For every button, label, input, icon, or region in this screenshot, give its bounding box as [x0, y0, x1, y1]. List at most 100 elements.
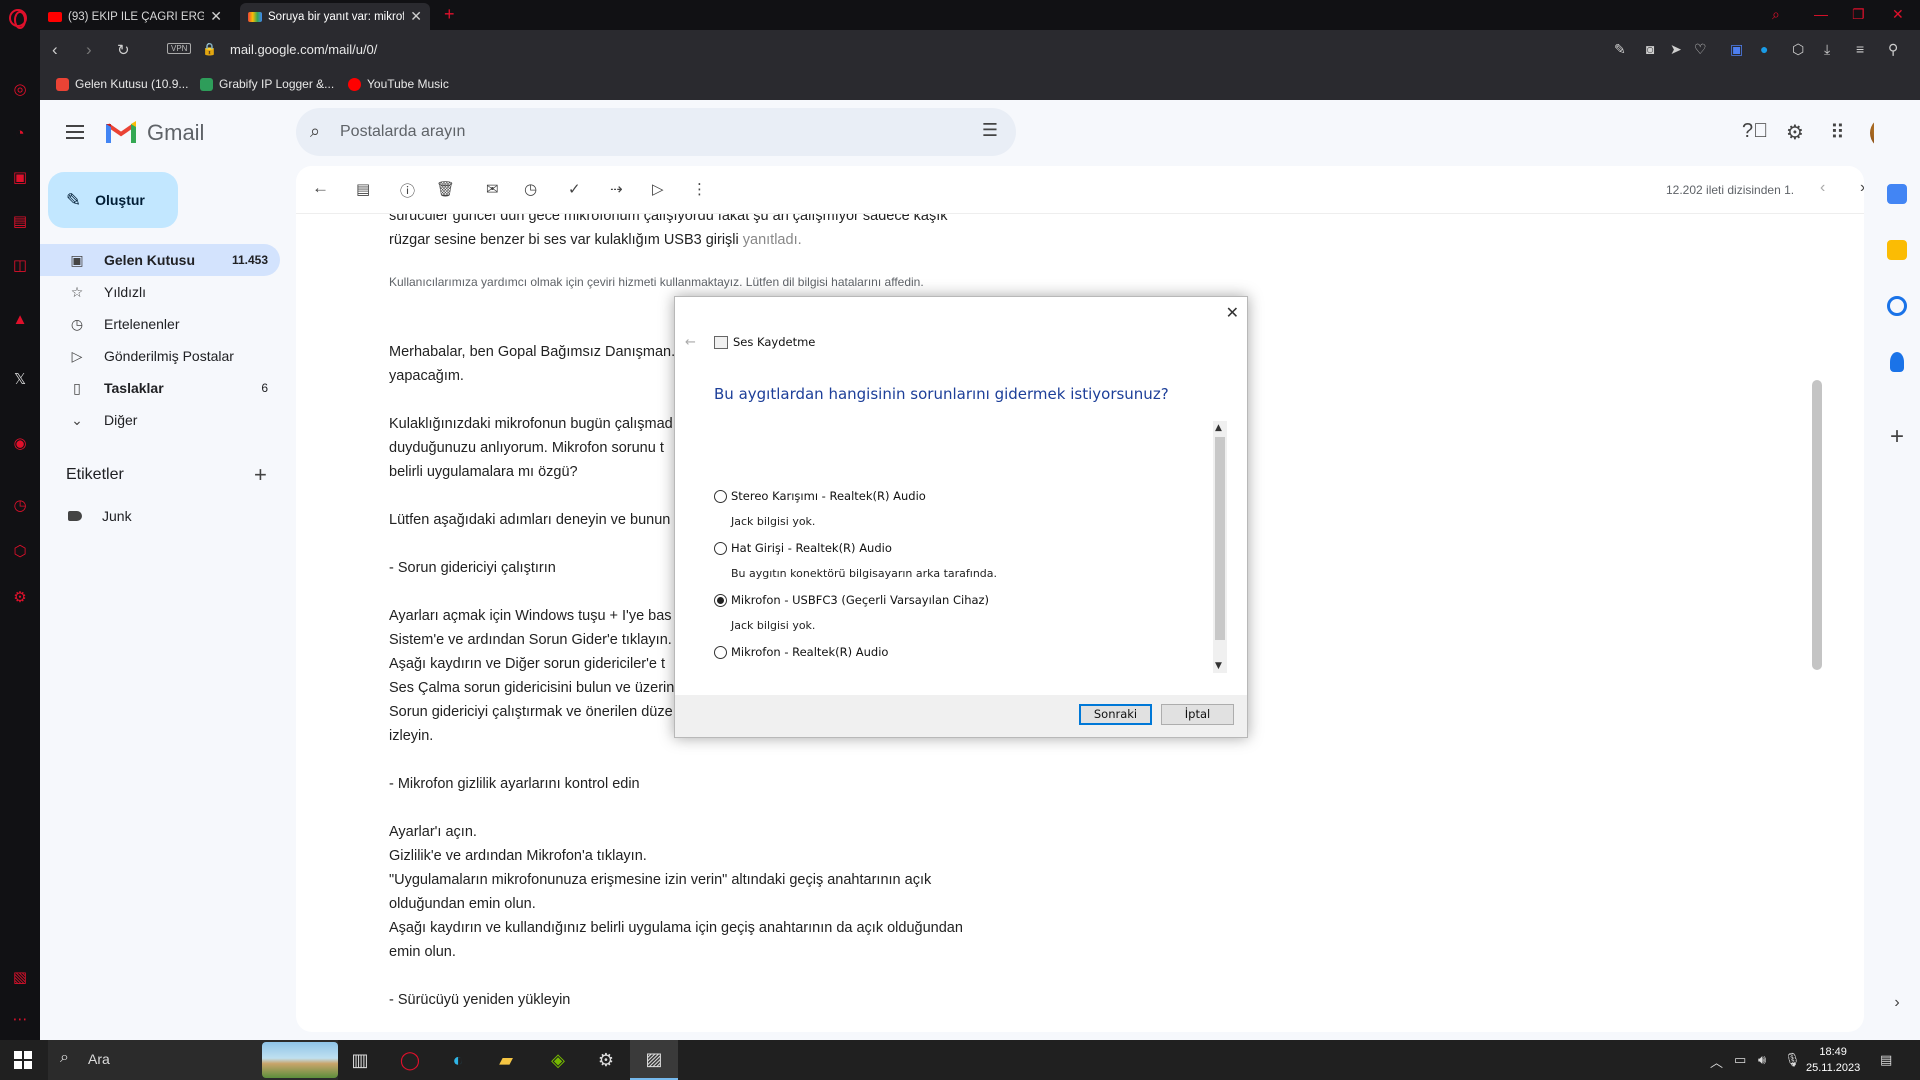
microphone-icon[interactable]: 🎙︎ [1784, 1052, 1801, 1068]
close-window-button[interactable]: ✕ [1892, 6, 1904, 23]
snooze-icon[interactable]: ◷ [524, 180, 537, 198]
settings-icon[interactable]: ⚙ [10, 588, 30, 608]
next-button[interactable]: Sonraki [1079, 704, 1152, 725]
bag-icon[interactable]: ▣ [10, 168, 30, 188]
add-task-icon[interactable]: ✓ [568, 180, 581, 198]
device-option-stereo-mix[interactable]: Stereo Karışımı - Realtek(R) Audio [714, 489, 926, 503]
radio-button[interactable] [714, 541, 727, 555]
add-label-button[interactable]: + [254, 462, 267, 488]
dialog-close-icon[interactable]: ✕ [1226, 303, 1239, 322]
cube-icon[interactable]: ⬡ [10, 542, 30, 562]
help-icon[interactable]: ?⃝ [1742, 120, 1768, 143]
edge-icon[interactable]: ◐ [434, 1040, 482, 1080]
new-tab-button[interactable]: + [444, 4, 455, 25]
bookmark-grabify[interactable]: Grabify IP Logger &... [200, 77, 334, 91]
player-icon[interactable]: ▲ [10, 310, 30, 330]
move-to-icon[interactable]: ⇢ [610, 180, 623, 198]
more-options-icon[interactable]: ⋮ [692, 180, 707, 198]
nvidia-icon[interactable]: ◈ [534, 1040, 582, 1080]
speed-dial-icon[interactable]: ◔ [10, 124, 30, 144]
taskbar-search[interactable]: ⌕ Ara [48, 1040, 338, 1080]
history-icon[interactable]: ◷ [10, 496, 30, 516]
radio-button-selected[interactable] [714, 593, 727, 607]
translate-icon[interactable]: ▣ [1730, 41, 1743, 58]
archive-icon[interactable]: ▤ [356, 180, 370, 198]
device-list-scrollbar[interactable]: ▲ ▼ [1213, 421, 1227, 673]
newer-icon[interactable]: ‹ [1820, 179, 1825, 197]
notifications-icon[interactable]: ▤ [1880, 1052, 1892, 1068]
sidebar-item-more[interactable]: ⌄ Diğer [40, 404, 280, 436]
settings-icon[interactable]: ⚙ [582, 1040, 630, 1080]
apps-grid-icon[interactable]: ⠿ [1830, 120, 1845, 145]
sidebar-item-starred[interactable]: ☆ Yıldızlı [40, 276, 280, 308]
keep-icon[interactable] [1887, 240, 1907, 260]
settings-gear-icon[interactable]: ⚙ [1786, 120, 1804, 145]
device-option-realtek-mic[interactable]: Mikrofon - Realtek(R) Audio [714, 645, 888, 659]
restore-button[interactable]: ❐ [1852, 6, 1865, 23]
back-arrow-icon[interactable]: ← [312, 178, 329, 198]
more-icon[interactable]: ⋯ [10, 1010, 30, 1030]
extensions-icon[interactable]: ⬡ [1792, 41, 1804, 58]
bookmark-youtube-music[interactable]: YouTube Music [348, 77, 449, 91]
contacts-icon[interactable] [1890, 352, 1904, 372]
tab-close-icon[interactable]: ✕ [410, 8, 422, 25]
radio-button[interactable] [714, 489, 727, 503]
sidebar-item-drafts[interactable]: ▯ Taslaklar 6 [40, 372, 280, 404]
dialog-back-icon[interactable]: ← [685, 335, 696, 350]
tab-close-icon[interactable]: ✕ [210, 8, 222, 25]
scroll-thumb[interactable] [1215, 437, 1225, 640]
sidebar-item-sent[interactable]: ▷ Gönderilmiş Postalar [40, 340, 280, 372]
music-icon[interactable]: ◉ [10, 434, 30, 454]
main-menu-icon[interactable] [66, 125, 84, 139]
expand-panel-icon[interactable]: › [1887, 994, 1907, 1014]
task-view-icon[interactable]: ▥ [336, 1040, 384, 1080]
volume-icon[interactable]: 🔊︎ [1758, 1052, 1766, 1068]
minimize-button[interactable]: — [1814, 6, 1828, 22]
network-icon[interactable]: ▭ [1734, 1052, 1746, 1068]
shazam-icon[interactable]: ● [1760, 41, 1768, 57]
page-scrollbar[interactable] [1812, 380, 1822, 670]
troubleshooter-taskbar-icon[interactable]: ▨ [630, 1040, 678, 1080]
forward-icon[interactable]: › [86, 40, 92, 60]
snapshot-icon[interactable]: ✎ [1614, 41, 1626, 58]
radio-button[interactable] [714, 645, 727, 659]
label-item-junk[interactable]: Junk [68, 508, 132, 524]
gamepad-icon[interactable]: ◎ [10, 80, 30, 100]
download-icon[interactable]: ⤓ [1824, 41, 1830, 58]
search-bar[interactable]: ⌕ Postalarda arayın ☰ [296, 108, 1016, 156]
tray-expand-icon[interactable]: ︿ [1710, 1052, 1723, 1071]
file-explorer-icon[interactable]: ▰ [482, 1040, 530, 1080]
menu-icon[interactable]: ≡ [1856, 41, 1864, 57]
calendar-icon[interactable] [1887, 184, 1907, 204]
device-option-usb-mic[interactable]: Mikrofon - USBFC3 (Geçerli Varsayılan Ci… [714, 593, 989, 607]
windows-start-icon[interactable] [14, 1051, 32, 1069]
vpn-badge[interactable]: VPN [167, 43, 192, 54]
camera-icon[interactable]: ◙ [1646, 41, 1654, 57]
send-icon[interactable]: ➤ [1670, 41, 1682, 58]
sidebar-item-inbox[interactable]: ▣ Gelen Kutusu 11.453 [40, 244, 280, 276]
profile-icon[interactable]: ⚲ [1888, 41, 1898, 58]
twitch-icon[interactable]: ▤ [10, 212, 30, 232]
url-field[interactable]: mail.google.com/mail/u/0/ [230, 42, 377, 57]
search-highlight-image[interactable] [262, 1042, 338, 1078]
search-input[interactable]: Postalarda arayın [340, 123, 465, 141]
gmail-logo-icon[interactable] [106, 121, 136, 143]
add-addon-icon[interactable]: + [1887, 425, 1907, 449]
instagram-icon[interactable]: ◫ [10, 256, 30, 276]
tab-gmail[interactable]: Soruya bir yanıt var: mikrof ✕ [240, 3, 430, 30]
older-icon[interactable]: › [1860, 179, 1864, 197]
system-clock[interactable]: 18:49 25.11.2023 [1806, 1044, 1860, 1076]
scroll-up-icon[interactable]: ▲ [1215, 423, 1222, 433]
tab-youtube[interactable]: (93) EKİP İLE ÇAĞRI ERGÜN ✕ [40, 3, 230, 30]
bookmark-gmail[interactable]: Gelen Kutusu (10.9... [56, 77, 188, 91]
reload-icon[interactable]: ↻ [117, 41, 130, 59]
mark-unread-icon[interactable]: ✉ [486, 180, 499, 198]
compose-button[interactable]: ✎ Oluştur [48, 172, 178, 228]
back-icon[interactable]: ‹ [52, 40, 58, 60]
scroll-down-icon[interactable]: ▼ [1215, 661, 1222, 671]
device-option-line-in[interactable]: Hat Girişi - Realtek(R) Audio [714, 541, 892, 555]
lock-icon[interactable]: 🔒 [202, 42, 217, 56]
report-spam-icon[interactable]: ⓘ [400, 180, 415, 201]
search-options-icon[interactable]: ☰ [982, 120, 998, 141]
delete-icon[interactable]: 🗑 [436, 180, 455, 198]
